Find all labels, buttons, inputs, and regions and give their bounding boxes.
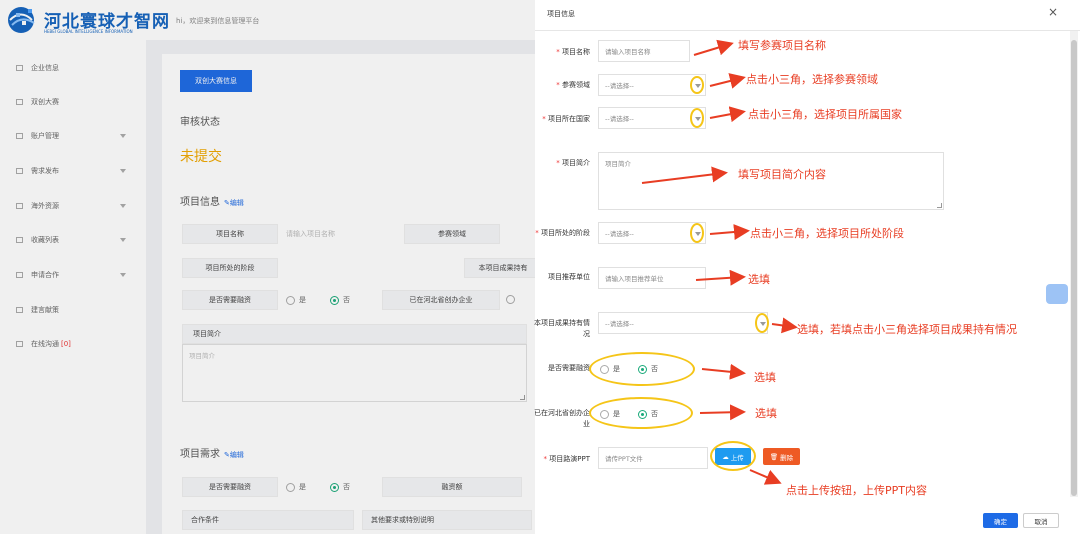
arrow-country — [709, 106, 746, 123]
note-recommend: 选填 — [748, 273, 770, 286]
arrow-financing — [701, 363, 746, 380]
note-upload: 点击上传按钮，上传PPT内容 — [786, 484, 927, 497]
note-intro: 填写项目简介内容 — [738, 168, 826, 181]
arrow-upload — [749, 469, 782, 485]
note-domain: 点击小三角，选择参赛领域 — [746, 73, 878, 86]
note-country: 点击小三角，选择项目所属国家 — [748, 108, 902, 121]
arrow-name — [693, 39, 734, 56]
arrow-incubator — [699, 404, 746, 421]
note-stage: 点击小三角，选择项目所处阶段 — [750, 227, 904, 240]
arrow-ownership — [771, 317, 798, 334]
note-incubator: 选填 — [755, 407, 777, 420]
arrow-stage — [709, 224, 750, 240]
note-name: 填写参赛项目名称 — [738, 39, 826, 52]
note-ownership: 选填，若填点击小三角选择项目成果持有情况 — [797, 323, 1017, 336]
arrow-recommend — [695, 269, 746, 286]
arrow-intro — [641, 166, 728, 184]
annotation-arrows — [641, 39, 798, 485]
arrow-domain — [709, 73, 746, 89]
note-financing: 选填 — [754, 371, 776, 384]
